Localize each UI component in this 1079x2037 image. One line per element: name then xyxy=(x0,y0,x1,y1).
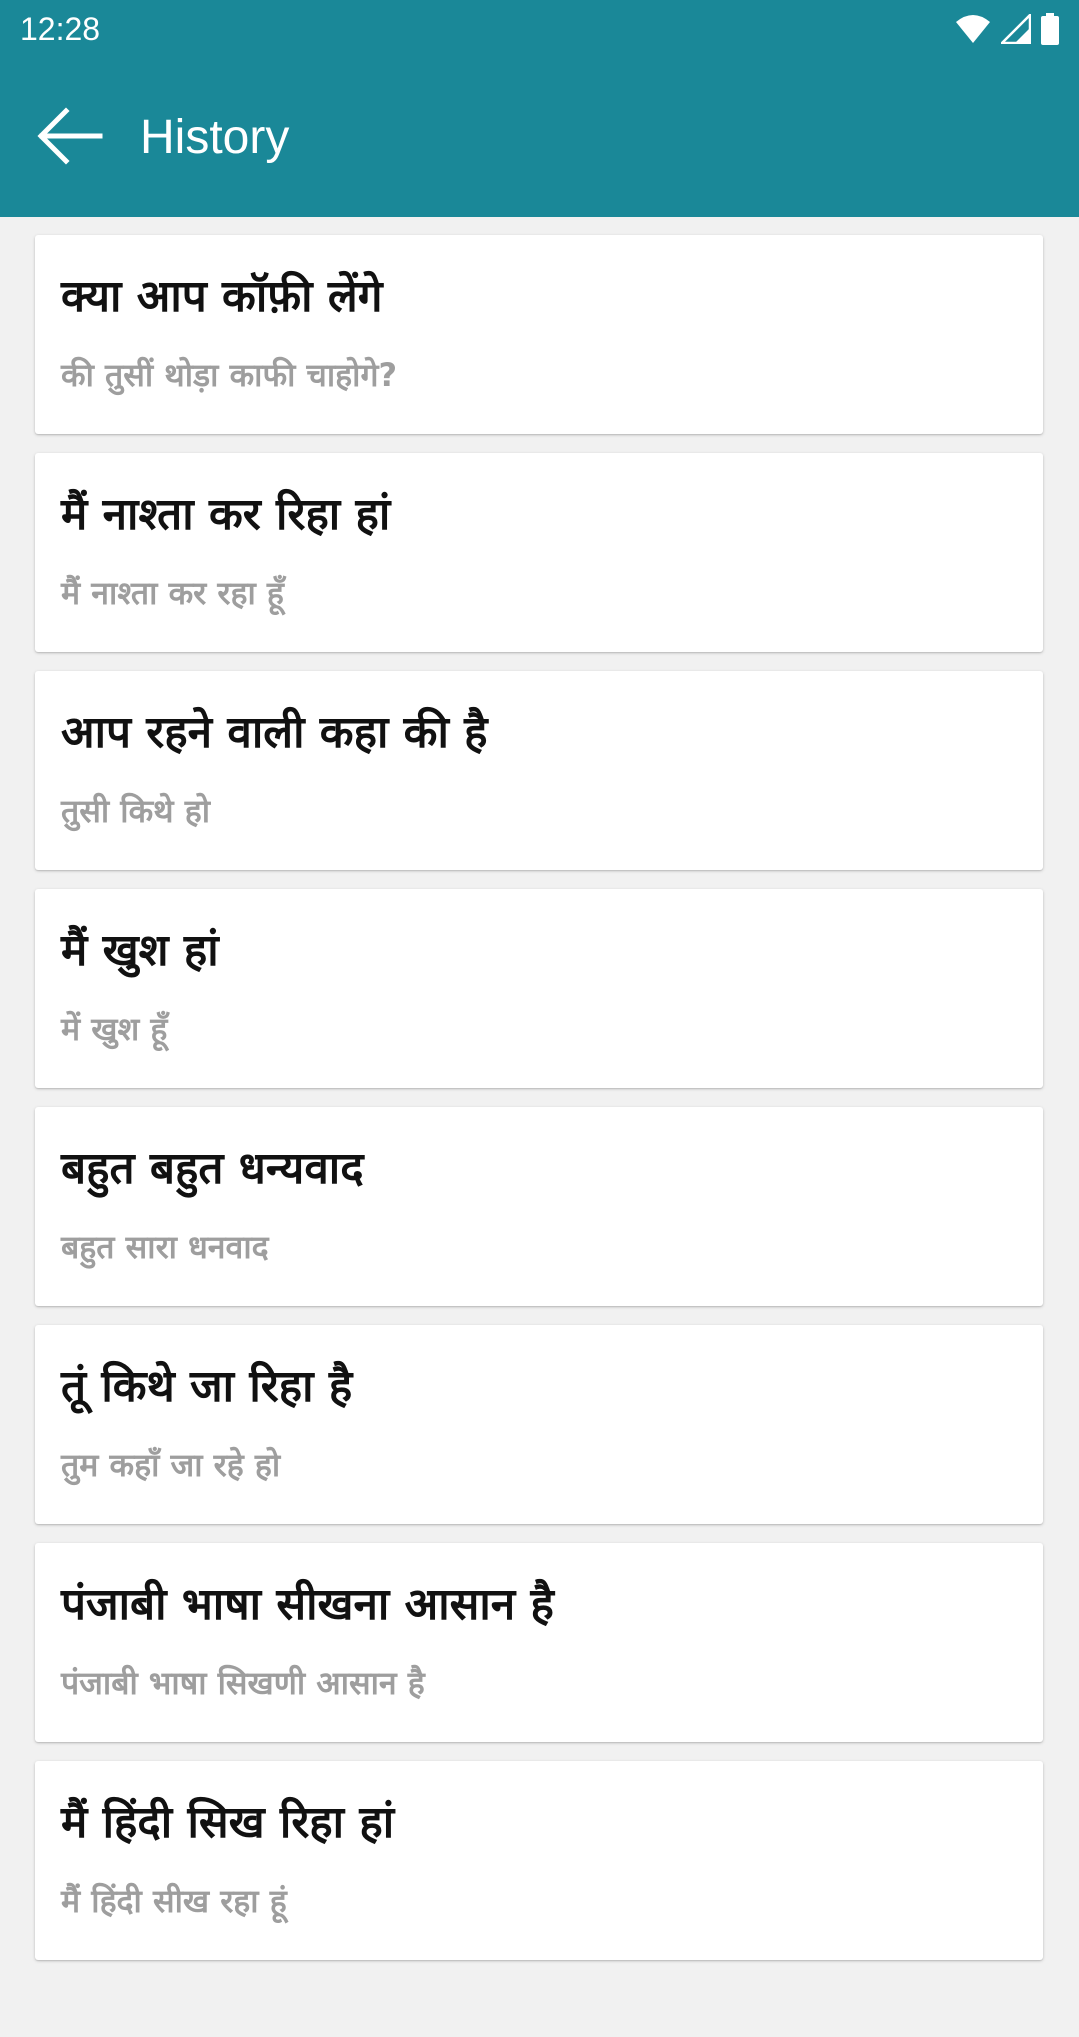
history-item-source: मैं खुश हां xyxy=(61,925,219,976)
wifi-icon xyxy=(955,14,991,44)
history-item-translation: मैं हिंदी सीख रहा हूं xyxy=(61,1882,287,1920)
status-icons xyxy=(955,0,1059,58)
history-item-translation: तुसी किथे हो xyxy=(61,792,211,830)
status-time: 12:28 xyxy=(20,10,101,47)
history-item-source: मैं हिंदी सिख रिहा हां xyxy=(61,1797,395,1848)
history-list: क्या आप कॉफ़ी लेंगे की तुसीं थोड़ा काफी … xyxy=(35,235,1043,1979)
battery-icon xyxy=(1041,13,1059,45)
history-item-source: तूं किथे जा रिहा है xyxy=(61,1361,353,1412)
history-item-translation: पंजाबी भाषा सिखणी आसान है xyxy=(61,1664,425,1702)
app-bar: History xyxy=(0,58,1079,217)
history-item[interactable]: मैं हिंदी सिख रिहा हां मैं हिंदी सीख रहा… xyxy=(35,1761,1043,1960)
history-item-source: क्या आप कॉफ़ी लेंगे xyxy=(61,271,383,322)
history-item[interactable]: बहुत बहुत धन्यवाद बहुत सारा धनवाद xyxy=(35,1107,1043,1306)
history-item[interactable]: पंजाबी भाषा सीखना आसान है पंजाबी भाषा सि… xyxy=(35,1543,1043,1742)
history-item-translation: तुम कहाँ जा रहे हो xyxy=(61,1446,281,1484)
history-item-source: बहुत बहुत धन्यवाद xyxy=(61,1143,364,1194)
history-item-translation: बहुत सारा धनवाद xyxy=(61,1228,269,1266)
history-item-source: पंजाबी भाषा सीखना आसान है xyxy=(61,1579,554,1630)
page-title: History xyxy=(140,111,290,164)
arrow-left-icon xyxy=(36,106,104,170)
back-button[interactable] xyxy=(0,58,140,217)
history-item-translation: में खुश हूँ xyxy=(61,1010,168,1048)
status-bar: 12:28 xyxy=(0,0,1079,58)
history-item[interactable]: तूं किथे जा रिहा है तुम कहाँ जा रहे हो xyxy=(35,1325,1043,1524)
history-item[interactable]: मैं नाश्ता कर रिहा हां मैं नाश्ता कर रहा… xyxy=(35,453,1043,652)
history-item-source: आप रहने वाली कहा की है xyxy=(61,707,488,758)
cell-signal-icon xyxy=(1001,14,1031,44)
history-item-translation: की तुसीं थोड़ा काफी चाहोगे? xyxy=(61,356,398,394)
history-item[interactable]: क्या आप कॉफ़ी लेंगे की तुसीं थोड़ा काफी … xyxy=(35,235,1043,434)
history-item-source: मैं नाश्ता कर रिहा हां xyxy=(61,489,391,540)
history-item-translation: मैं नाश्ता कर रहा हूँ xyxy=(61,574,284,612)
history-item[interactable]: मैं खुश हां में खुश हूँ xyxy=(35,889,1043,1088)
history-item[interactable]: आप रहने वाली कहा की है तुसी किथे हो xyxy=(35,671,1043,870)
